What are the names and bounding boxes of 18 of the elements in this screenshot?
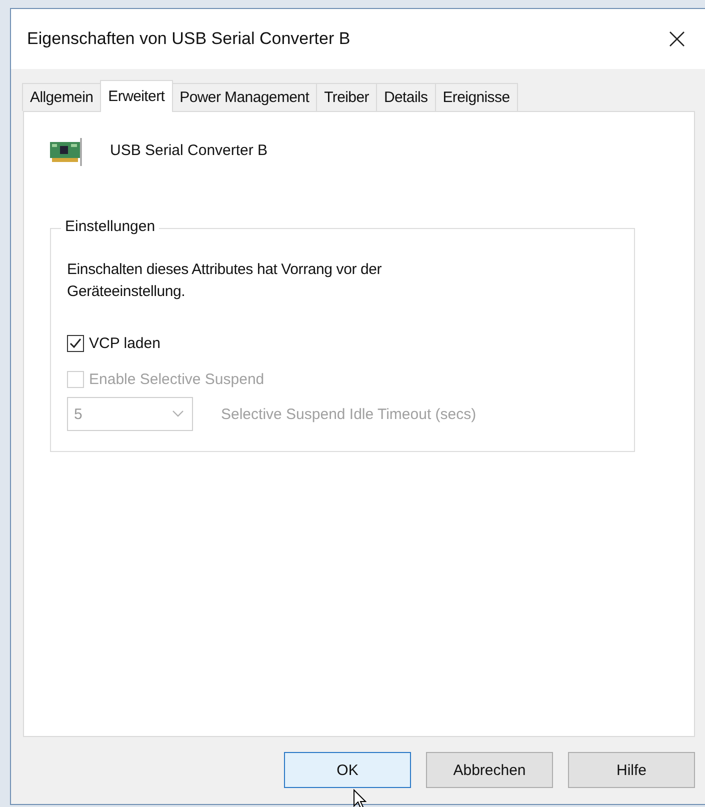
- window-title: Eigenschaften von USB Serial Converter B: [27, 29, 350, 49]
- tab[interactable]: Erweitert: [100, 80, 173, 112]
- checkbox[interactable]: [67, 334, 84, 352]
- tab[interactable]: Allgemein: [22, 83, 102, 111]
- checkbox-label: VCP laden: [89, 334, 160, 352]
- dialog-button[interactable]: Abbrechen: [426, 752, 553, 788]
- mouse-cursor-icon: [353, 789, 367, 807]
- tab[interactable]: Ereignisse: [434, 83, 518, 111]
- device-name: USB Serial Converter B: [110, 142, 268, 159]
- timeout-label: Selective Suspend Idle Timeout (secs): [221, 406, 476, 422]
- dialog-button[interactable]: OK: [284, 752, 411, 788]
- description-text: Einschalten dieses Attributes hat Vorrang vor der Geräteeinstellung.: [67, 260, 383, 302]
- circuit-board-icon: [50, 138, 84, 168]
- checkbox-label: Enable Selective Suspend: [89, 370, 264, 388]
- chevron-down-icon: [172, 410, 184, 418]
- dialog-button[interactable]: Hilfe: [568, 752, 695, 788]
- close-icon: [669, 31, 685, 47]
- group-title: Einstellungen: [61, 218, 160, 235]
